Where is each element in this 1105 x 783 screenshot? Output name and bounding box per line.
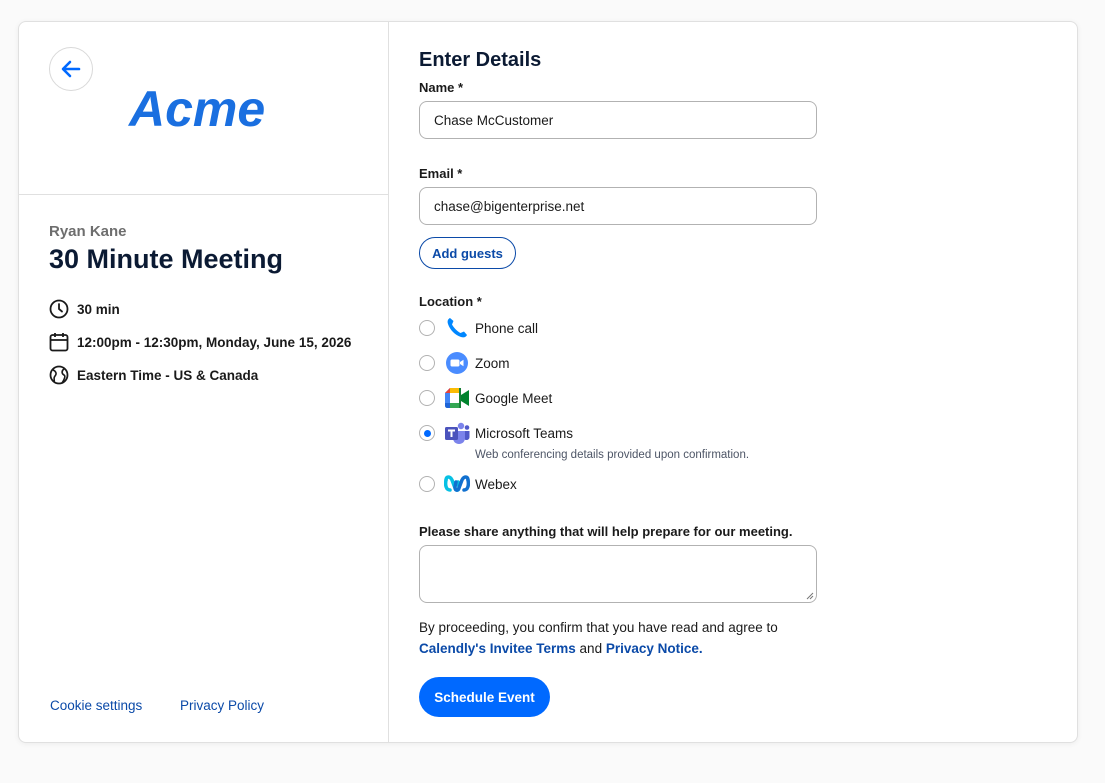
timezone-text: Eastern Time - US & Canada: [77, 367, 259, 383]
webex-icon: [444, 471, 470, 497]
location-option-zoom[interactable]: Zoom: [419, 350, 510, 376]
consent-prefix: By proceeding, you confirm that you have…: [419, 620, 778, 635]
location-option-webex[interactable]: Webex: [419, 471, 517, 497]
consent-text: By proceeding, you confirm that you have…: [419, 617, 839, 659]
booking-card: Acme Ryan Kane 30 Minute Meeting 30 min …: [18, 21, 1078, 743]
teams-hint-text: Web conferencing details provided upon c…: [475, 449, 750, 461]
datetime-text: 12:00pm - 12:30pm, Monday, June 15, 2026: [77, 334, 352, 350]
location-option-phone[interactable]: Phone call: [419, 315, 538, 341]
radio-button[interactable]: [419, 320, 435, 336]
consent-and: and: [579, 641, 603, 656]
duration-text: 30 min: [77, 301, 120, 317]
location-option-label: Zoom: [475, 355, 510, 371]
logo-area: Acme: [19, 22, 388, 195]
email-input[interactable]: chase@bigenterprise.net: [419, 187, 817, 225]
event-summary-panel: Acme Ryan Kane 30 Minute Meeting 30 min …: [19, 22, 389, 742]
back-button[interactable]: [49, 47, 93, 91]
phone-icon: [444, 315, 470, 341]
cookie-settings-link[interactable]: Cookie settings: [50, 698, 142, 713]
name-input[interactable]: Chase McCustomer: [419, 101, 817, 139]
clock-icon: [49, 299, 69, 319]
location-option-label: Phone call: [475, 320, 539, 336]
google-meet-icon: [444, 385, 470, 411]
microsoft-teams-icon: [444, 420, 470, 446]
form-heading: Enter Details: [419, 49, 542, 71]
location-option-label: Microsoft Teams: [475, 425, 574, 441]
resize-grip-icon[interactable]: [806, 592, 814, 600]
datetime-row: 12:00pm - 12:30pm, Monday, June 15, 2026: [49, 332, 351, 352]
schedule-event-button[interactable]: Schedule Event: [419, 677, 550, 717]
arrow-left-icon: [61, 60, 81, 78]
location-option-label: Webex: [475, 476, 517, 492]
location-option-microsoft-teams[interactable]: Microsoft Teams: [419, 420, 573, 446]
email-label: Email *: [419, 166, 463, 181]
radio-button-selected[interactable]: [419, 425, 435, 441]
acme-logo: Acme: [127, 82, 265, 136]
privacy-notice-link[interactable]: Privacy Notice.: [606, 641, 703, 656]
radio-button[interactable]: [419, 476, 435, 492]
notes-label: Please share anything that will help pre…: [419, 524, 793, 539]
privacy-policy-link[interactable]: Privacy Policy: [180, 698, 264, 713]
details-form: Enter Details Name * Chase McCustomer Em…: [419, 22, 1069, 742]
globe-icon: [49, 365, 69, 385]
location-option-google-meet[interactable]: Google Meet: [419, 385, 552, 411]
location-label: Location *: [419, 294, 482, 309]
host-name: Ryan Kane: [49, 223, 127, 240]
invitee-terms-link[interactable]: Calendly's Invitee Terms: [419, 641, 576, 656]
name-label: Name *: [419, 80, 464, 95]
radio-button[interactable]: [419, 390, 435, 406]
duration-row: 30 min: [49, 299, 120, 319]
svg-text:Acme: Acme: [127, 82, 265, 136]
calendar-icon: [49, 333, 69, 352]
location-option-label: Google Meet: [475, 390, 553, 406]
zoom-icon: [444, 350, 470, 376]
radio-button[interactable]: [419, 355, 435, 371]
add-guests-button[interactable]: Add guests: [419, 237, 516, 269]
timezone-row: Eastern Time - US & Canada: [49, 365, 258, 385]
event-title: 30 Minute Meeting: [49, 244, 284, 274]
notes-textarea[interactable]: [419, 545, 817, 603]
